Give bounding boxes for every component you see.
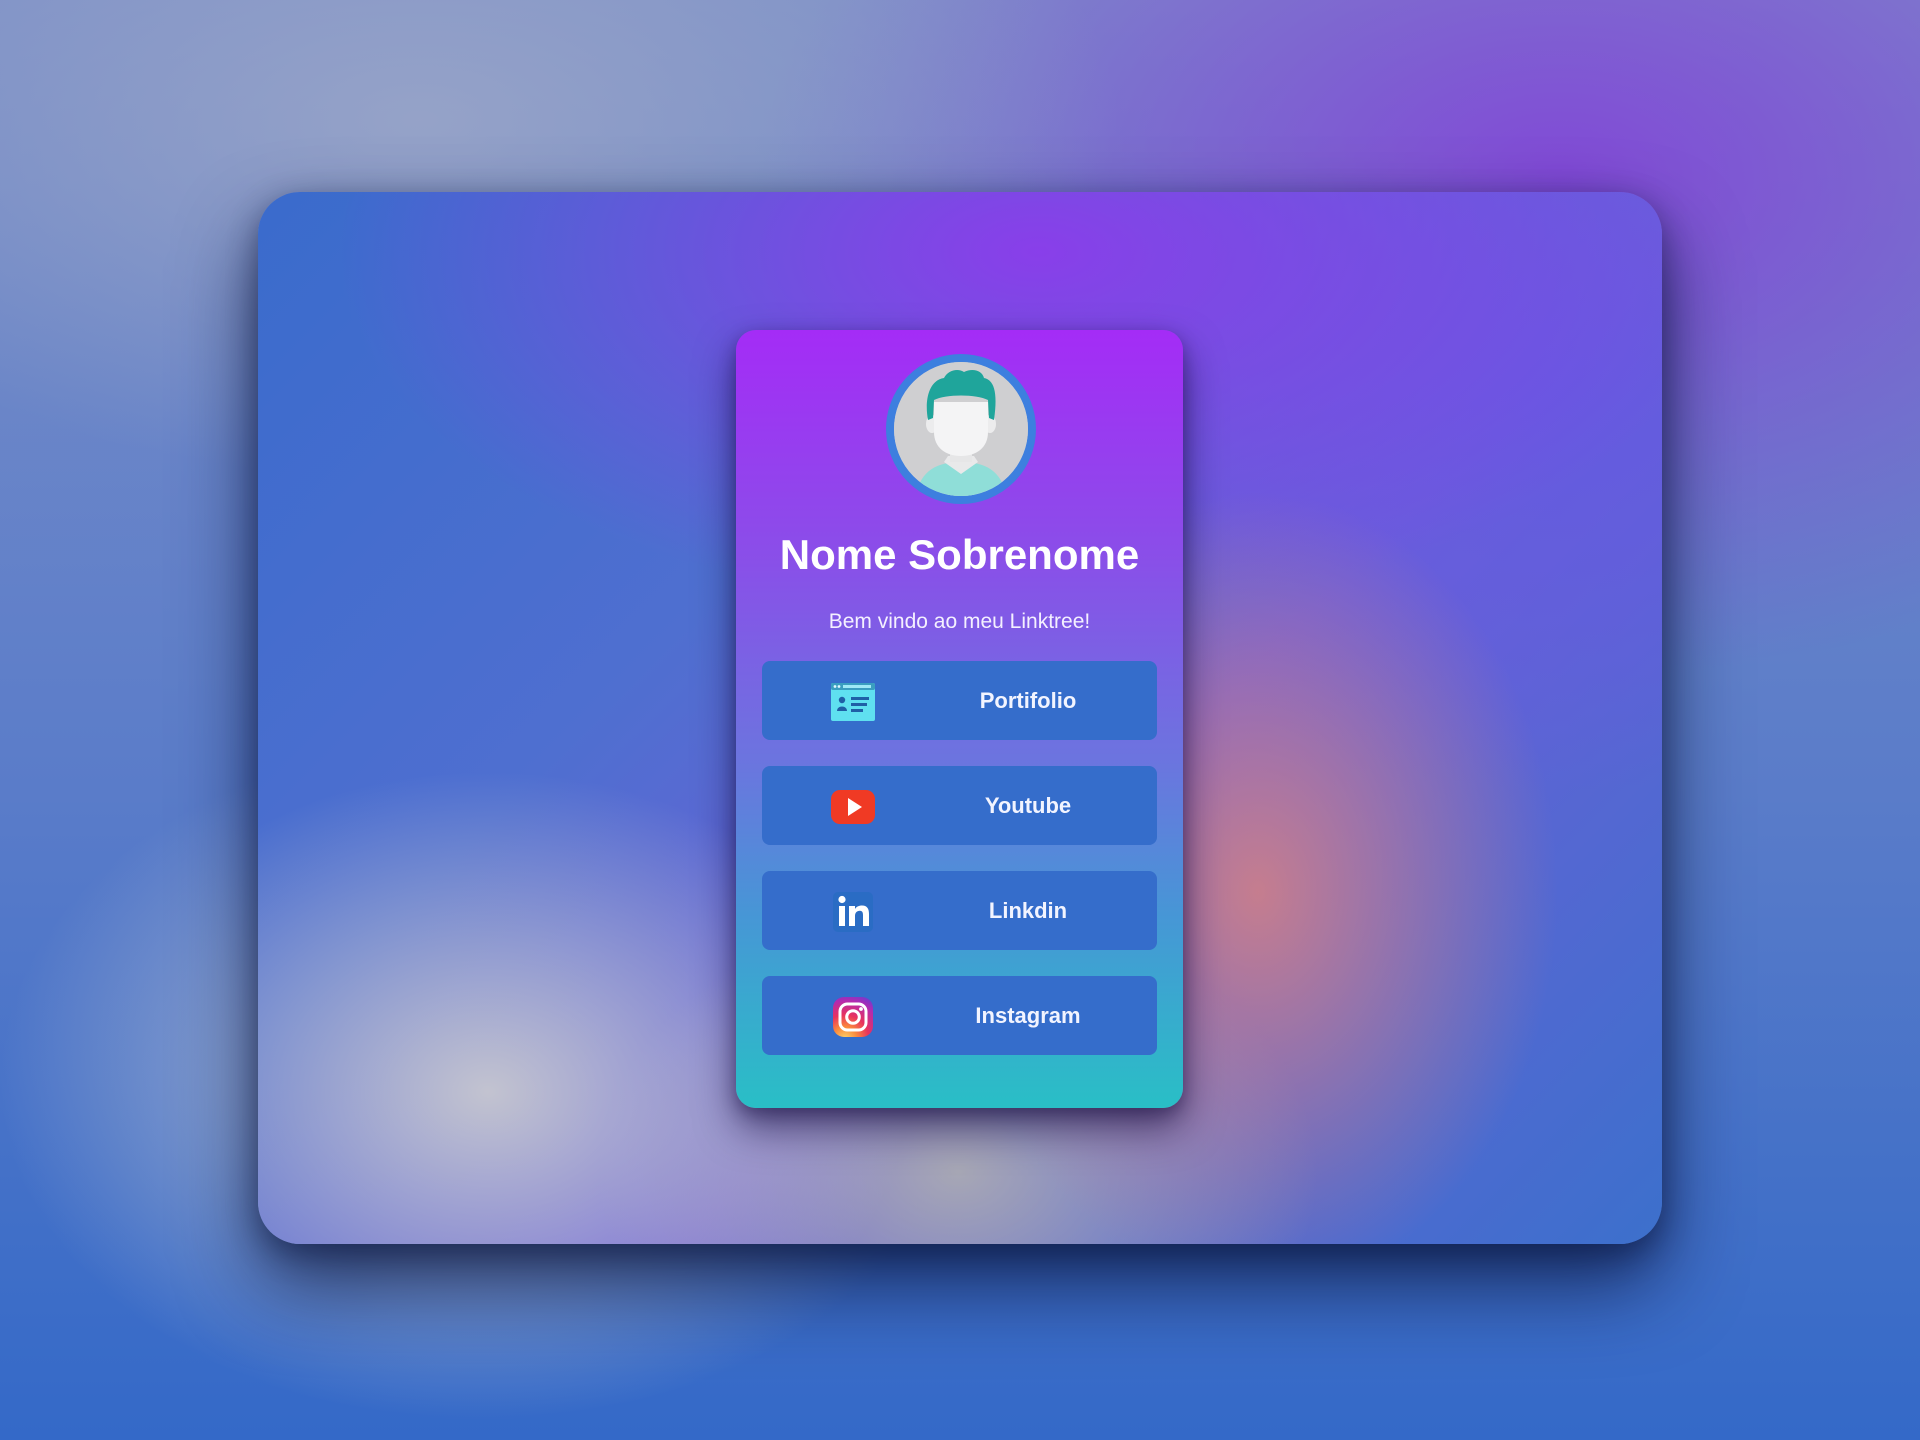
portfolio-link-button[interactable]: Portifolio — [762, 661, 1157, 740]
youtube-link-button[interactable]: Youtube — [762, 766, 1157, 845]
linktree-card: Nome Sobrenome Bem vindo ao meu Linktree… — [736, 330, 1183, 1108]
portfolio-label: Portifolio — [979, 688, 1077, 713]
app-window: Nome Sobrenome Bem vindo ao meu Linktree… — [258, 192, 1662, 1244]
avatar — [886, 354, 1036, 504]
instagram-label: Instagram — [975, 1003, 1081, 1028]
linkedin-link-button[interactable]: Linkdin — [762, 871, 1157, 950]
instagram-icon — [830, 994, 876, 1040]
user-avatar-icon — [894, 362, 1028, 496]
portfolio-card-icon — [830, 679, 876, 725]
linkedin-icon — [830, 889, 876, 935]
welcome-message: Bem vindo ao meu Linktree! — [828, 610, 1091, 633]
instagram-link-button[interactable]: Instagram — [762, 976, 1157, 1055]
linkedin-label: Linkdin — [988, 898, 1068, 923]
youtube-icon — [830, 784, 876, 830]
profile-name: Nome Sobrenome — [779, 531, 1140, 578]
youtube-label: Youtube — [984, 793, 1072, 818]
